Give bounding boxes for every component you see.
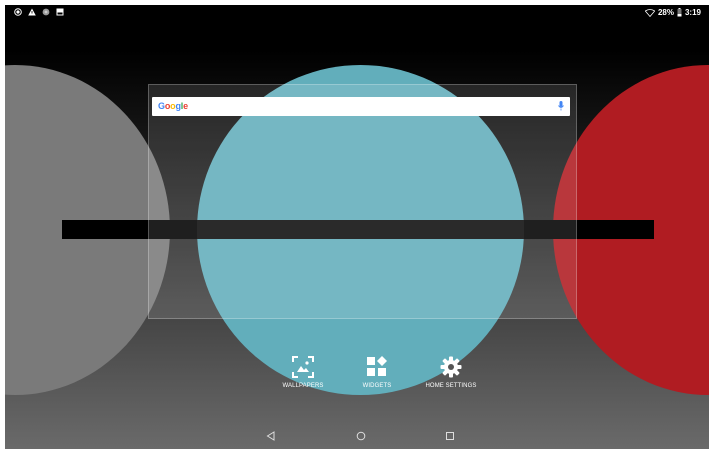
clock: 3:19 [684, 8, 701, 17]
home-icon[interactable] [356, 431, 366, 441]
alert-icon [28, 8, 36, 16]
widgets-icon [367, 356, 387, 376]
google-logo-letter: e [183, 101, 188, 111]
home-screen-preview[interactable] [148, 84, 577, 319]
wallpapers-button[interactable]: WALLPAPERS [275, 356, 331, 389]
home-screen: 28% 3:19 Google WALLPAPERS WIDGETS HOME … [5, 5, 709, 449]
google-logo: Google [158, 101, 188, 111]
record-icon [14, 8, 22, 16]
wallpaper-icon [292, 356, 314, 378]
wifi-icon [644, 8, 655, 17]
recents-icon[interactable] [445, 431, 455, 441]
image-icon [56, 8, 64, 16]
google-logo-letter: G [158, 101, 165, 111]
notification-icons [14, 8, 64, 16]
home-settings-label: HOME SETTINGS [425, 383, 477, 389]
mic-icon[interactable] [558, 101, 564, 111]
widgets-label: WIDGETS [362, 383, 392, 389]
gear-icon [440, 356, 462, 378]
back-icon[interactable] [266, 431, 276, 441]
sync-icon [42, 8, 50, 16]
battery-icon [677, 8, 682, 17]
battery-percent: 28% [657, 8, 674, 17]
overview-actions: WALLPAPERS WIDGETS HOME SETTINGS [275, 356, 479, 389]
system-indicators: 28% 3:19 [644, 8, 701, 17]
navigation-bar [5, 423, 709, 449]
home-settings-button[interactable]: HOME SETTINGS [423, 356, 479, 389]
wallpapers-label: WALLPAPERS [282, 383, 324, 389]
widgets-button[interactable]: WIDGETS [349, 356, 405, 389]
status-bar: 28% 3:19 [5, 5, 709, 21]
google-search-bar[interactable]: Google [152, 97, 570, 116]
